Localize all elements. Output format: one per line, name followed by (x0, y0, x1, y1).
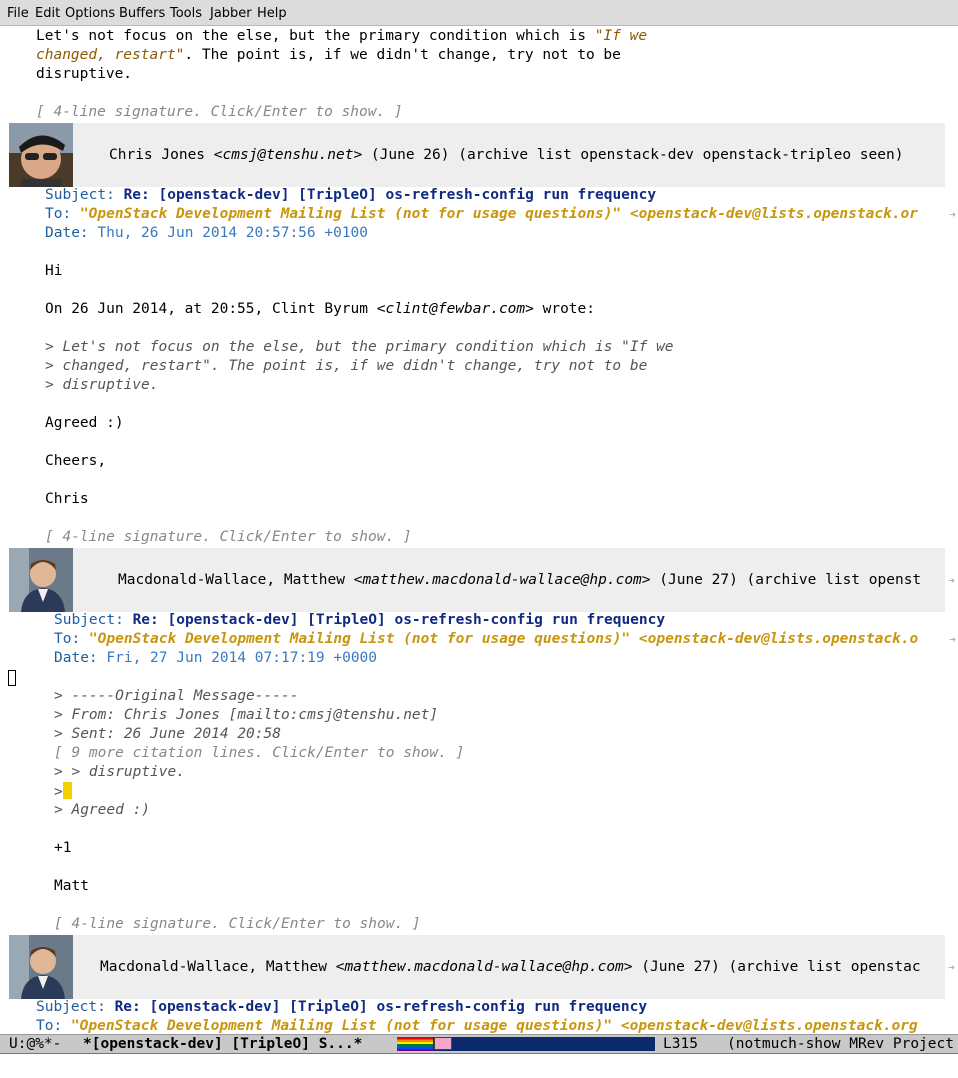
menu-options[interactable]: Options (65, 6, 115, 21)
message-header-bar[interactable]: Chris Jones <cmsj@tenshu.net> (June 26) … (9, 123, 945, 187)
signature-toggle[interactable]: [ 4-line signature. Click/Enter to show.… (45, 528, 412, 547)
date-value: Thu, 26 Jun 2014 20:57:56 +0100 (97, 225, 369, 241)
citation-line: > From: Chris Jones [mailto:cmsj@tenshu.… (54, 707, 439, 723)
buffer-name[interactable]: *[openstack-dev] [TripleO] S...* (83, 1035, 362, 1054)
quoted-text: "If we (594, 28, 648, 44)
subject-line: Subject: Re: [openstack-dev] [TripleO] o… (36, 999, 648, 1015)
citation-line: > -----Original Message----- (54, 688, 299, 704)
text-cursor[interactable] (62, 782, 72, 799)
avatar (9, 123, 73, 187)
body-text: Chris (45, 491, 89, 507)
to-line: To: "OpenStack Development Mailing List … (54, 631, 919, 647)
avatar (9, 935, 73, 999)
body-text: Matt (54, 878, 89, 894)
citation-line: > Let's not focus on the else, but the p… (45, 339, 674, 355)
message-author: Chris Jones <cmsj@tenshu.net> (June 26) … (109, 147, 904, 163)
fringe-cursor (8, 670, 16, 686)
message-header-bar[interactable]: Macdonald-Wallace, Matthew <matthew.macd… (9, 935, 955, 999)
menu-file[interactable]: File (7, 6, 29, 21)
message-author: Macdonald-Wallace, Matthew <matthew.macd… (100, 959, 921, 975)
body-text: +1 (54, 840, 72, 856)
attribution-line: On 26 Jun 2014, at 20:55, Clint Byrum <c… (45, 301, 595, 317)
menu-bar: File Edit Options Buffers Tools Jabber H… (0, 0, 958, 26)
menu-tools[interactable]: Tools (170, 6, 202, 21)
date-line: Date: Fri, 27 Jun 2014 07:17:19 +0000 (54, 650, 378, 666)
rainbow-trail-icon (397, 1037, 433, 1051)
to-line: To: "OpenStack Development Mailing List … (45, 206, 918, 222)
quoted-text: changed, restart" (36, 47, 185, 63)
signature-toggle[interactable]: [ 4-line signature. Click/Enter to show.… (54, 915, 421, 934)
scroll-position-indicator[interactable] (397, 1037, 655, 1051)
body-text: Let's not focus on the else, but the pri… (36, 28, 595, 44)
body-text: Hi (45, 263, 63, 279)
subject-line: Subject: Re: [openstack-dev] [TripleO] o… (54, 612, 666, 628)
menu-edit[interactable]: Edit (35, 6, 60, 21)
subject-value: Re: [openstack-dev] [TripleO] os-refresh… (114, 999, 648, 1015)
subject-value: Re: [openstack-dev] [TripleO] os-refresh… (123, 187, 657, 203)
message-header-bar[interactable]: Macdonald-Wallace, Matthew <matthew.macd… (9, 548, 955, 612)
body-line: changed, restart". The point is, if we d… (36, 46, 621, 65)
author-email: matthew.macdonald-wallace@hp.com (362, 572, 642, 588)
to-value: "OpenStack Development Mailing List (not… (88, 631, 919, 647)
body-text: disruptive. (36, 66, 133, 82)
mode-line: U:@%*- *[openstack-dev] [TripleO] S...* … (0, 1034, 958, 1054)
to-value: "OpenStack Development Mailing List (not… (79, 206, 918, 222)
author-email: matthew.macdonald-wallace@hp.com (344, 959, 624, 975)
citation-line: > changed, restart". The point is, if we… (45, 358, 648, 374)
to-value: "OpenStack Development Mailing List (not… (70, 1018, 918, 1034)
truncation-arrow-icon: ➔ (948, 961, 955, 974)
menu-help[interactable]: Help (257, 6, 287, 21)
signature-toggle[interactable]: [ 4-line signature. Click/Enter to show.… (36, 103, 403, 122)
truncation-arrow-icon: ➔ (949, 208, 956, 221)
body-text: Cheers, (45, 453, 107, 469)
line-number: L315 (663, 1036, 698, 1052)
major-mode[interactable]: (notmuch-show MRev Project (727, 1035, 954, 1054)
menu-buffers[interactable]: Buffers (119, 6, 165, 21)
date-line: Date: Thu, 26 Jun 2014 20:57:56 +0100 (45, 225, 369, 241)
truncation-arrow-icon: ➔ (949, 633, 956, 646)
body-text: . The point is, if we didn't change, try… (184, 47, 621, 63)
citation-line: > Sent: 26 June 2014 20:58 (54, 726, 281, 742)
truncation-arrow-icon: ➔ (948, 574, 955, 587)
citation-line: > (54, 782, 72, 801)
citation-line: > Agreed :) (54, 802, 151, 818)
citation-line: > > disruptive. (54, 764, 185, 780)
avatar (9, 548, 73, 612)
author-email: cmsj@tenshu.net (222, 147, 354, 163)
body-text: Agreed :) (45, 415, 124, 431)
citation-line: > disruptive. (45, 377, 159, 393)
buffer-state: U:@%*- (9, 1036, 62, 1052)
menu-jabber[interactable]: Jabber (210, 6, 252, 21)
nyan-cat-icon (434, 1037, 452, 1050)
subject-value: Re: [openstack-dev] [TripleO] os-refresh… (132, 612, 666, 628)
subject-line: Subject: Re: [openstack-dev] [TripleO] o… (45, 187, 657, 203)
citation-toggle[interactable]: [ 9 more citation lines. Click/Enter to … (54, 744, 464, 763)
date-value: Fri, 27 Jun 2014 07:17:19 +0000 (106, 650, 378, 666)
body-line: Let's not focus on the else, but the pri… (36, 27, 647, 46)
message-author: Macdonald-Wallace, Matthew <matthew.macd… (118, 572, 922, 588)
